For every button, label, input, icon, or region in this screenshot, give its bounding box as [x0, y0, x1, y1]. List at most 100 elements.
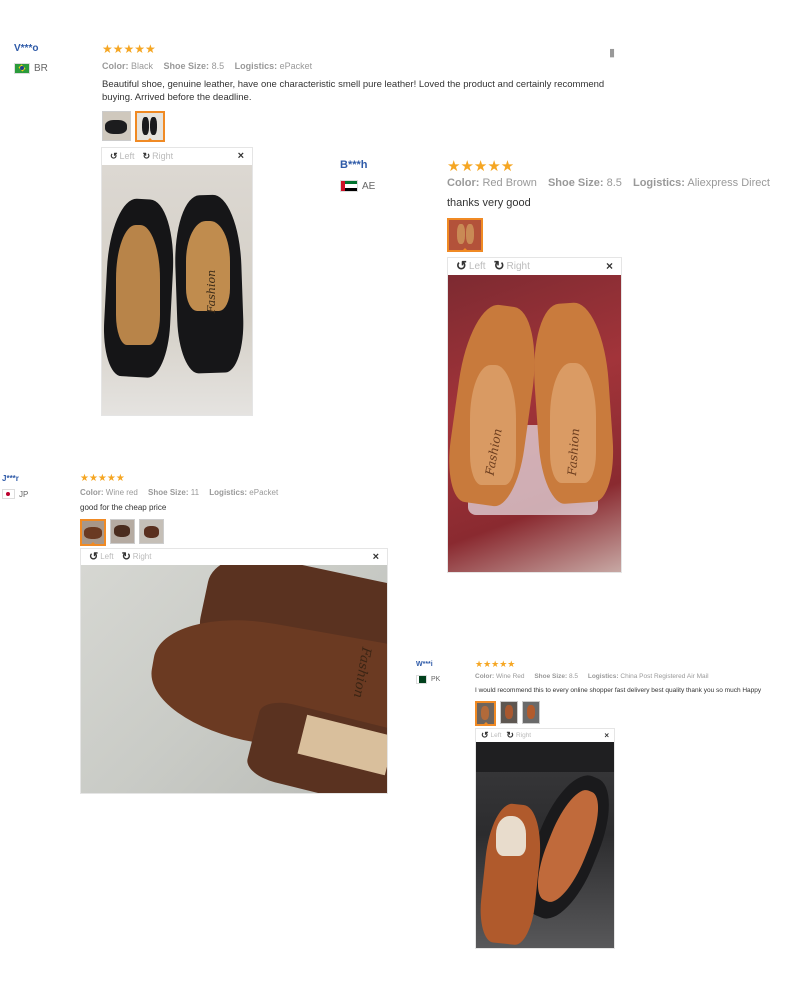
- rotate-left-button[interactable]: ↺ Left: [456, 258, 486, 274]
- review-photo: Fashion: [102, 165, 252, 415]
- logistics-label: Logistics:: [209, 488, 248, 497]
- photo-viewer: ↺ Left ↻ Right × Fashion: [101, 147, 253, 416]
- country-code: PK: [431, 676, 441, 683]
- rotate-right-button[interactable]: ↻ Right: [143, 151, 174, 162]
- rotate-left-button[interactable]: ↺ Left: [89, 550, 114, 563]
- reviewer-country: PK: [416, 675, 440, 684]
- color-value: Wine red: [105, 488, 138, 497]
- star-rating: ★★★★★: [447, 158, 515, 175]
- rotate-right-label: Right: [506, 260, 530, 272]
- rotate-right-button[interactable]: ↻ Right: [506, 730, 531, 741]
- photo-viewer: ↺ Left ↻ Right ×: [475, 728, 615, 949]
- review-photo-thumbnail[interactable]: [522, 701, 540, 724]
- color-label: Color:: [447, 177, 480, 189]
- photo-thumbnails: [102, 111, 165, 142]
- reviewer-name[interactable]: V***o: [14, 43, 38, 54]
- review-photo-thumbnail-selected[interactable]: [135, 111, 165, 142]
- photo-thumbnails: [475, 701, 540, 726]
- size-label: Shoe Size:: [163, 61, 210, 71]
- logistics-value: Aliexpress Direct: [687, 177, 770, 189]
- rotate-right-button[interactable]: ↻ Right: [494, 258, 530, 274]
- flag-jp-icon: [2, 489, 15, 499]
- star-rating: ★★★★★: [102, 42, 156, 56]
- size-value: 8.5: [606, 177, 622, 189]
- color-label: Color:: [80, 488, 104, 497]
- photo-viewer-toolbar: ↺ Left ↻ Right ×: [81, 549, 387, 564]
- rotate-left-icon: ↺: [110, 150, 118, 161]
- flag-br-icon: [14, 63, 30, 74]
- rotate-right-button[interactable]: ↻ Right: [122, 550, 152, 563]
- photo-thumbnails: [80, 519, 164, 546]
- rotate-right-icon: ↻: [142, 150, 151, 161]
- star-rating: ★★★★★: [80, 473, 125, 484]
- review-photo-thumbnail-selected[interactable]: [447, 218, 483, 252]
- review-text: thanks very good: [447, 197, 531, 209]
- photo-viewer-toolbar: ↺ Left ↻ Right ×: [476, 729, 614, 741]
- reviewer-name[interactable]: J***r: [2, 474, 19, 483]
- reviewer-country: JP: [2, 489, 28, 499]
- color-value: Red Brown: [482, 177, 537, 189]
- reviewer-country: BR: [14, 63, 48, 74]
- review-photo: [476, 742, 614, 948]
- close-icon[interactable]: ×: [238, 150, 244, 162]
- rotate-left-label: Left: [468, 260, 486, 272]
- review-text: good for the cheap price: [80, 503, 167, 512]
- logistics-label: Logistics:: [632, 177, 685, 189]
- close-icon[interactable]: ×: [373, 551, 379, 563]
- reviewer-name[interactable]: W***i: [416, 661, 433, 668]
- review-attributes: Color: Wine red Shoe Size: 11 Logistics:…: [80, 488, 286, 497]
- review-photo-thumbnail-selected[interactable]: [80, 519, 106, 546]
- review-attributes: Color: Red Brown Shoe Size: 8.5 Logistic…: [447, 177, 778, 189]
- logistics-value: ePacket: [249, 488, 279, 497]
- rotate-right-icon: ↻: [121, 551, 131, 563]
- rotate-right-icon: ↻: [506, 729, 514, 740]
- logistics-label: Logistics:: [234, 61, 278, 71]
- color-value: Black: [131, 61, 154, 71]
- photo-viewer: ↺ Left ↻ Right × Fashion Fashion: [447, 257, 622, 573]
- color-label: Color:: [102, 61, 129, 71]
- photo-viewer-toolbar: ↺ Left ↻ Right ×: [448, 258, 621, 274]
- rotate-left-icon: ↺: [89, 551, 99, 563]
- review-text: I would recommend this to every online s…: [475, 687, 762, 694]
- review-attributes: Color: Wine Red Shoe Size: 8.5 Logistics…: [475, 673, 717, 680]
- size-value: 11: [190, 488, 200, 497]
- review-photo-thumbnail[interactable]: [102, 111, 131, 141]
- rotate-left-icon: ↺: [481, 729, 489, 740]
- country-code: JP: [19, 489, 29, 499]
- photo-viewer-toolbar: ↺ Left ↻ Right ×: [102, 148, 252, 164]
- logistics-label: Logistics:: [587, 673, 619, 680]
- rotate-right-label: Right: [152, 151, 174, 161]
- rotate-right-icon: ↻: [493, 258, 505, 273]
- review-photo: Fashion Fashion: [448, 275, 621, 572]
- review-text: Beautiful shoe, genuine leather, have on…: [102, 79, 605, 103]
- reviewer-name[interactable]: B***h: [340, 159, 368, 171]
- rotate-left-button[interactable]: ↺ Left: [481, 730, 501, 741]
- rotate-right-label: Right: [515, 731, 532, 739]
- close-icon[interactable]: ×: [606, 259, 613, 273]
- close-icon[interactable]: ×: [604, 731, 609, 740]
- reviewer-country: AE: [340, 180, 375, 192]
- review-photo-thumbnail[interactable]: [110, 519, 135, 544]
- flag-pk-icon: [416, 675, 427, 684]
- color-value: Wine Red: [495, 673, 525, 680]
- color-label: Color:: [475, 673, 495, 680]
- rotate-left-button[interactable]: ↺ Left: [110, 151, 135, 162]
- size-value: 8.5: [569, 673, 579, 680]
- review-photo-thumbnail[interactable]: [139, 519, 164, 544]
- rotate-right-label: Right: [132, 552, 152, 561]
- review-photo-thumbnail[interactable]: [500, 701, 518, 724]
- review-photo-thumbnail-selected[interactable]: [475, 701, 496, 726]
- country-code: AE: [362, 180, 376, 192]
- review-photo: Fashion: [81, 565, 387, 793]
- photo-viewer: ↺ Left ↻ Right × Fashion: [80, 548, 388, 794]
- rotate-left-icon: ↺: [456, 258, 467, 273]
- size-label: Shoe Size:: [547, 177, 604, 189]
- flag-ae-icon: [340, 180, 358, 192]
- logistics-value: China Post Registered Air Mail: [620, 673, 709, 680]
- size-label: Shoe Size:: [148, 488, 189, 497]
- size-value: 8.5: [211, 61, 225, 71]
- photo-thumbnails: [447, 218, 483, 252]
- star-rating: ★★★★★: [475, 659, 516, 669]
- review-attributes: Color: Black Shoe Size: 8.5 Logistics: e…: [102, 61, 320, 71]
- flag-report-icon[interactable]: ▮: [609, 46, 615, 59]
